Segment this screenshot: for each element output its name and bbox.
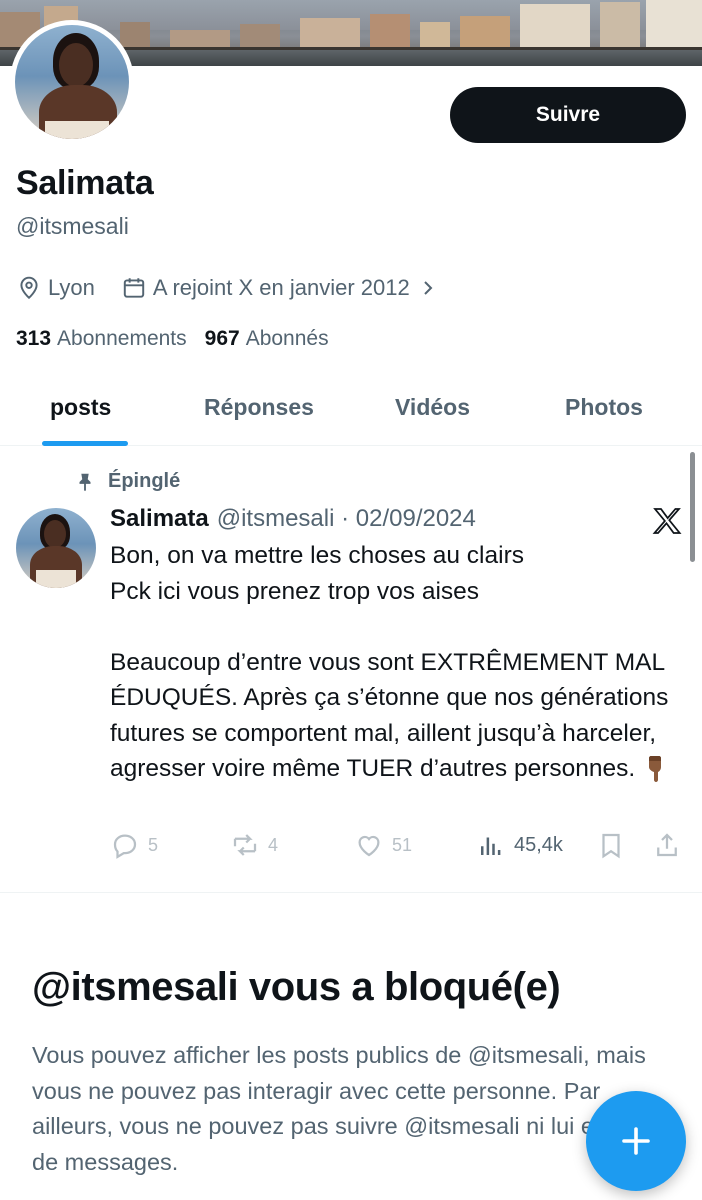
blocked-message: Vous pouvez afficher les posts publics d… bbox=[32, 1042, 665, 1175]
calendar-icon bbox=[123, 278, 145, 298]
repost-icon bbox=[233, 834, 257, 856]
location-pin-icon bbox=[20, 276, 38, 300]
tab-posts[interactable]: posts bbox=[50, 394, 111, 421]
profile-location: Lyon bbox=[48, 275, 95, 300]
chevron-right-icon[interactable] bbox=[416, 276, 440, 300]
post-body: Bon, on va mettre les choses au clairs P… bbox=[110, 538, 680, 787]
views-count: 45,4k bbox=[514, 833, 563, 856]
profile-tabs: posts Réponses Vidéos Photos bbox=[0, 378, 702, 446]
pin-icon bbox=[79, 473, 91, 491]
follow-stats: 313 Abonnements 967 Abonnés bbox=[16, 327, 329, 351]
blocked-title: @itsmesali vous a bloqué(e) bbox=[32, 965, 561, 1009]
post-author-avatar[interactable] bbox=[16, 508, 96, 588]
share-button[interactable] bbox=[652, 830, 690, 860]
followers-count: 967 bbox=[204, 327, 240, 350]
compose-plus-icon bbox=[622, 1127, 650, 1155]
post-header: Salimata @itsmesali · 02/09/2024 bbox=[110, 505, 476, 533]
tab-photos[interactable]: Photos bbox=[565, 394, 643, 421]
compose-button[interactable] bbox=[586, 1091, 686, 1191]
pinned-text: Épinglé bbox=[108, 470, 181, 492]
followers-link[interactable]: 967 Abonnés bbox=[205, 327, 329, 351]
bookmark-icon bbox=[602, 833, 620, 859]
following-count: 313 bbox=[16, 327, 52, 350]
share-icon bbox=[657, 833, 677, 857]
profile-joined-date[interactable]: A rejoint X en janvier 2012 bbox=[153, 275, 410, 301]
post-author-handle-date: @itsmesali · 02/09/2024 bbox=[216, 505, 476, 532]
profile-avatar[interactable] bbox=[10, 20, 134, 144]
section-divider bbox=[0, 892, 702, 893]
post-text-paragraph-1: Bon, on va mettre les choses au clairs P… bbox=[110, 542, 524, 605]
profile-handle: @itsmesali bbox=[16, 213, 129, 239]
post-text-paragraph-2: Beaucoup d’entre vous sont EXTRÊMEMENT M… bbox=[110, 648, 669, 783]
following-link[interactable]: 313 Abonnements bbox=[16, 327, 187, 351]
like-count: 51 bbox=[392, 834, 413, 855]
active-tab-indicator bbox=[42, 441, 128, 446]
post-actions: 5 4 51 45,4k bbox=[110, 826, 686, 866]
profile-meta: Lyon A rejoint X en janvier 2012 bbox=[16, 275, 440, 301]
pinned-label: Épinglé bbox=[74, 470, 180, 493]
reply-icon bbox=[113, 834, 137, 859]
follow-button[interactable]: Suivre bbox=[450, 87, 686, 143]
views-button[interactable]: 45,4k bbox=[476, 830, 563, 860]
x-logo-icon bbox=[652, 508, 682, 534]
post-author-name[interactable]: Salimata bbox=[110, 505, 209, 533]
reply-button[interactable]: 5 bbox=[110, 830, 158, 860]
repost-button[interactable]: 4 bbox=[230, 830, 278, 860]
followers-label: Abonnés bbox=[245, 327, 329, 350]
scrollbar[interactable] bbox=[690, 452, 695, 562]
repost-count: 4 bbox=[268, 834, 279, 855]
views-icon bbox=[481, 837, 501, 855]
like-button[interactable]: 51 bbox=[354, 830, 412, 860]
bookmark-button[interactable] bbox=[596, 830, 634, 860]
pointing-down-emoji bbox=[649, 756, 662, 782]
like-icon bbox=[358, 835, 380, 857]
following-label: Abonnements bbox=[57, 327, 187, 350]
tab-videos[interactable]: Vidéos bbox=[395, 394, 470, 421]
profile-display-name: Salimata bbox=[16, 164, 154, 202]
reply-count: 5 bbox=[148, 834, 159, 855]
tab-replies[interactable]: Réponses bbox=[204, 394, 314, 421]
